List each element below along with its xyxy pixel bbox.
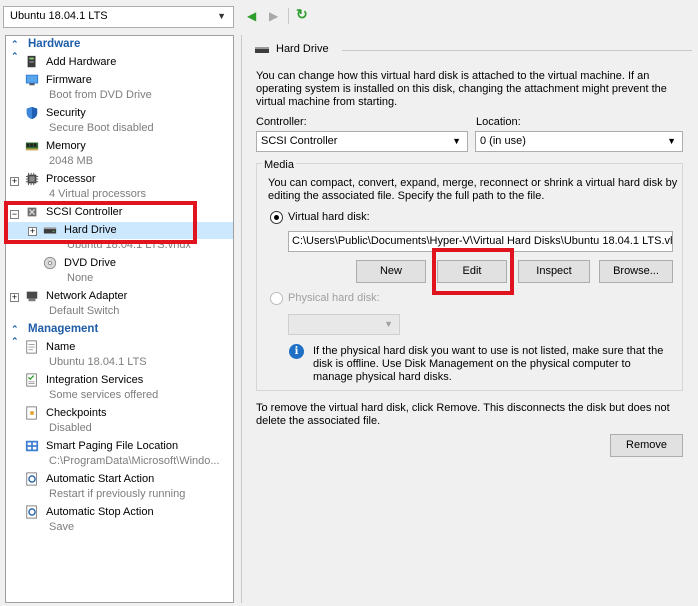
sidebar-sub-memory: 2048 MB <box>49 155 94 167</box>
chevron-down-icon: ▼ <box>667 136 676 146</box>
chevron-down-icon: ▼ <box>384 319 393 329</box>
attachment-description: You can change how this virtual hard dis… <box>256 70 667 108</box>
highlight-box-edit <box>432 248 514 295</box>
highlight-box-scsi <box>4 201 197 244</box>
collapse-up-icon: ⌃ ⌃ <box>11 324 19 346</box>
sidebar-sub-security: Secure Boot disabled <box>49 122 154 134</box>
memory-icon <box>25 142 39 151</box>
media-group-label: Media <box>262 159 296 172</box>
expand-processor-icon[interactable]: + <box>10 177 19 186</box>
section-header-management[interactable]: ⌃ ⌃ Management <box>6 323 233 346</box>
section-header-hardware[interactable]: ⌃ ⌃ Hardware <box>6 38 233 61</box>
sidebar-sub-automatic-stop: Save <box>49 521 75 533</box>
automatic-start-icon <box>26 472 37 486</box>
sidebar-sub-network-adapter: Default Switch <box>49 305 120 317</box>
location-select[interactable]: 0 (in use) ▼ <box>475 131 683 152</box>
expand-network-adapter-icon[interactable]: + <box>10 293 19 302</box>
sidebar-sub-integration-services: Some services offered <box>49 389 159 401</box>
physical-disk-label: Physical hard disk: <box>288 292 380 304</box>
name-icon <box>26 340 37 354</box>
title-divider <box>342 50 692 51</box>
integration-services-icon <box>26 373 37 387</box>
physical-disk-info: If the physical hard disk you want to us… <box>313 345 664 383</box>
automatic-stop-icon <box>26 505 37 519</box>
section-title: Hard Drive <box>276 43 329 55</box>
sidebar-sub-processor: 4 Virtual processors <box>49 188 147 200</box>
sidebar-sub-firmware: Boot from DVD Drive <box>49 89 152 101</box>
collapse-up-icon: ⌃ ⌃ <box>11 39 19 61</box>
media-description: You can compact, convert, expand, merge,… <box>268 177 678 202</box>
add-hardware-icon <box>27 55 36 68</box>
controller-select[interactable]: SCSI Controller ▼ <box>256 131 468 152</box>
remove-description: To remove the virtual hard disk, click R… <box>256 402 670 427</box>
chevron-down-icon: ▼ <box>217 11 226 21</box>
location-label: Location: <box>476 116 521 128</box>
remove-button[interactable]: Remove <box>610 434 683 457</box>
chevron-down-icon: ▼ <box>452 136 461 146</box>
virtual-disk-radio[interactable] <box>270 211 283 224</box>
sidebar-sub-automatic-start: Restart if previously running <box>49 488 186 500</box>
sidebar-sub-checkpoints: Disabled <box>49 422 92 434</box>
physical-disk-select[interactable]: ▼ <box>288 314 400 335</box>
browse-button[interactable]: Browse... <box>599 260 673 283</box>
settings-tree: ⌃ ⌃ Hardware Add Hardware Firmware Boot f… <box>5 35 234 603</box>
inspect-button[interactable]: Inspect <box>518 260 590 283</box>
smart-paging-icon <box>25 440 39 452</box>
processor-icon <box>25 172 39 186</box>
hard-drive-icon <box>255 47 269 53</box>
settings-detail-pane: Hard Drive You can change how this virtu… <box>241 35 696 603</box>
physical-disk-radio[interactable] <box>270 292 283 305</box>
new-button[interactable]: New <box>356 260 426 283</box>
dvd-drive-icon <box>43 256 57 270</box>
network-adapter-icon <box>26 291 38 302</box>
forward-arrow-icon[interactable]: ▶ <box>269 9 278 23</box>
back-arrow-icon[interactable]: ◀ <box>247 9 256 23</box>
checkpoints-icon <box>26 406 37 420</box>
vm-selector[interactable]: Ubuntu 18.04.1 LTS ▼ <box>3 6 234 28</box>
refresh-icon[interactable]: ↻ <box>296 7 308 21</box>
toolbar-divider <box>288 8 289 24</box>
info-icon: i <box>289 344 304 359</box>
firmware-icon <box>25 74 39 86</box>
controller-label: Controller: <box>256 116 307 128</box>
sidebar-sub-name: Ubuntu 18.04.1 LTS <box>49 356 147 368</box>
shield-icon <box>26 106 38 120</box>
vm-selector-value: Ubuntu 18.04.1 LTS <box>10 10 108 22</box>
sidebar-sub-smart-paging: C:\ProgramData\Microsoft\Windo... <box>49 455 220 467</box>
sidebar-sub-dvd-drive: None <box>67 272 94 284</box>
virtual-disk-label: Virtual hard disk: <box>288 211 370 223</box>
